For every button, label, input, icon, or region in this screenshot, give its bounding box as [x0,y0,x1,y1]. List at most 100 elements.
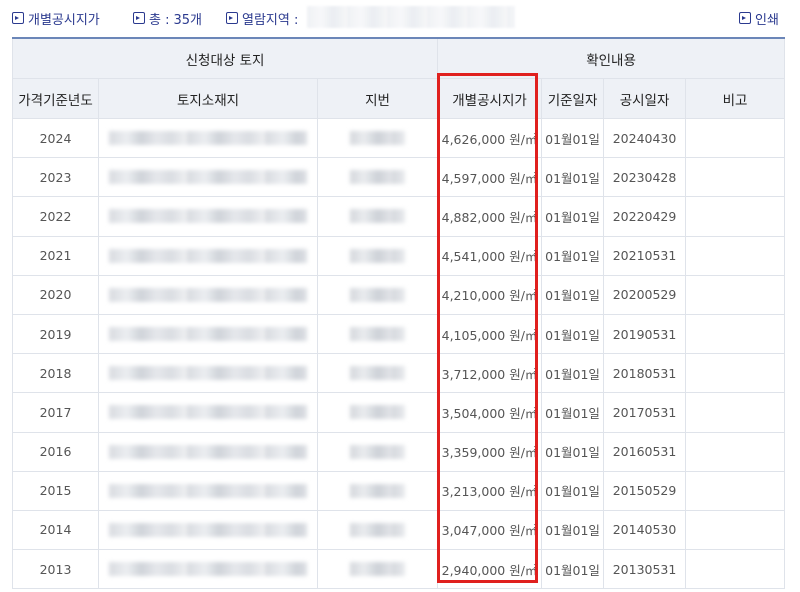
col-header-base-date: 기준일자 [541,78,605,119]
cell-lot-number-redacted [316,353,439,394]
cell-note [685,235,786,276]
cell-pub-date: 20190531 [603,313,687,355]
cell-pub-date: 20130531 [603,549,687,590]
region-label: 열람지역 : [242,12,299,28]
cell-price: 4,597,000 원/㎡ [437,157,543,198]
cell-pub-date: 20160531 [603,431,687,472]
col-header-note: 비고 [685,78,786,119]
cell-price: 4,105,000 원/㎡ [437,313,543,355]
cell-note [685,117,786,159]
cell-year: 2020 [12,274,99,315]
cell-price: 3,047,000 원/㎡ [437,509,543,551]
total-count-item: 총 : 35개 [133,9,202,28]
table-row: 2024 4,626,000 원/㎡ 01월01일 20240430 [12,117,786,159]
cell-year: 2016 [12,431,99,472]
cell-location-redacted [98,353,318,394]
cell-pub-date: 20170531 [603,392,687,433]
table-row: 2020 4,210,000 원/㎡ 01월01일 20200529 [12,274,786,315]
cell-note [685,196,786,237]
cell-year: 2018 [12,353,99,394]
cell-price: 4,882,000 원/㎡ [437,196,543,237]
cell-pub-date: 20240430 [603,117,687,159]
cell-location-redacted [98,431,318,472]
cell-base-date: 01월01일 [541,470,605,511]
table-row: 2019 4,105,000 원/㎡ 01월01일 20190531 [12,313,786,355]
table-row: 2022 4,882,000 원/㎡ 01월01일 20220429 [12,196,786,237]
land-price-table-wrapper: 신청대상 토지 확인내용 가격기준년도 토지소재지 지번 개별공시지가 기준일자… [11,37,786,590]
cell-lot-number-redacted [316,157,439,198]
page-title: 개별공시지가 [28,12,100,28]
table-row: 2023 4,597,000 원/㎡ 01월01일 20230428 [12,157,786,198]
cell-pub-date: 20230428 [603,157,687,198]
cell-note [685,549,786,590]
region-value-redacted [307,6,515,28]
cell-year: 2023 [12,157,99,198]
cell-location-redacted [98,549,318,590]
cell-price: 3,712,000 원/㎡ [437,353,543,394]
cell-price: 3,359,000 원/㎡ [437,431,543,472]
cell-location-redacted [98,196,318,237]
cell-lot-number-redacted [316,549,439,590]
cell-location-redacted [98,509,318,551]
cell-pub-date: 20210531 [603,235,687,276]
cell-pub-date: 20180531 [603,353,687,394]
cell-price: 4,626,000 원/㎡ [437,117,543,159]
cell-base-date: 01월01일 [541,509,605,551]
cell-note [685,509,786,551]
cell-lot-number-redacted [316,313,439,355]
title-item: 개별공시지가 [12,9,100,28]
cell-note [685,392,786,433]
info-bar: 개별공시지가 총 : 35개 열람지역 : 인쇄 [0,0,800,36]
col-header-location: 토지소재지 [98,78,318,119]
cell-base-date: 01월01일 [541,274,605,315]
cell-location-redacted [98,470,318,511]
cell-note [685,157,786,198]
cell-lot-number-redacted [316,470,439,511]
cell-location-redacted [98,392,318,433]
table-row: 2016 3,359,000 원/㎡ 01월01일 20160531 [12,431,786,472]
table-body: 2024 4,626,000 원/㎡ 01월01일 20240430 2023 4,597… [12,117,786,590]
cell-year: 2017 [12,392,99,433]
cell-lot-number-redacted [316,509,439,551]
cell-pub-date: 20150529 [603,470,687,511]
cell-note [685,274,786,315]
land-price-table: 신청대상 토지 확인내용 가격기준년도 토지소재지 지번 개별공시지가 기준일자… [11,37,786,590]
cell-location-redacted [98,117,318,159]
cell-note [685,470,786,511]
cell-year: 2021 [12,235,99,276]
cell-location-redacted [98,235,318,276]
cell-base-date: 01월01일 [541,549,605,590]
table-row: 2021 4,541,000 원/㎡ 01월01일 20210531 [12,235,786,276]
cell-lot-number-redacted [316,235,439,276]
print-label: 인쇄 [755,12,779,28]
cell-base-date: 01월01일 [541,117,605,159]
cell-year: 2024 [12,117,99,159]
cell-base-date: 01월01일 [541,392,605,433]
bullet-arrow-icon [226,12,238,24]
cell-pub-date: 20200529 [603,274,687,315]
table-row: 2014 3,047,000 원/㎡ 01월01일 20140530 [12,509,786,551]
cell-note [685,353,786,394]
cell-base-date: 01월01일 [541,196,605,237]
total-value: 35개 [173,12,202,28]
cell-lot-number-redacted [316,274,439,315]
col-header-pub-date: 공시일자 [603,78,687,119]
table-row: 2018 3,712,000 원/㎡ 01월01일 20180531 [12,353,786,394]
bullet-arrow-icon [12,12,24,24]
cell-price: 3,213,000 원/㎡ [437,470,543,511]
group-header-row: 신청대상 토지 확인내용 [11,37,786,79]
cell-base-date: 01월01일 [541,353,605,394]
col-header-lot-number: 지번 [316,78,439,119]
cell-note [685,313,786,355]
table-row: 2013 2,940,000 원/㎡ 01월01일 20130531 [12,549,786,590]
print-arrow-icon [739,12,751,24]
cell-year: 2013 [12,549,99,590]
col-header-year: 가격기준년도 [12,78,99,119]
cell-price: 4,210,000 원/㎡ [437,274,543,315]
print-button[interactable]: 인쇄 [739,9,779,28]
group-header-confirmation: 확인내용 [437,37,786,79]
cell-pub-date: 20140530 [603,509,687,551]
table-row: 2017 3,504,000 원/㎡ 01월01일 20170531 [12,392,786,433]
cell-lot-number-redacted [316,196,439,237]
cell-lot-number-redacted [316,392,439,433]
